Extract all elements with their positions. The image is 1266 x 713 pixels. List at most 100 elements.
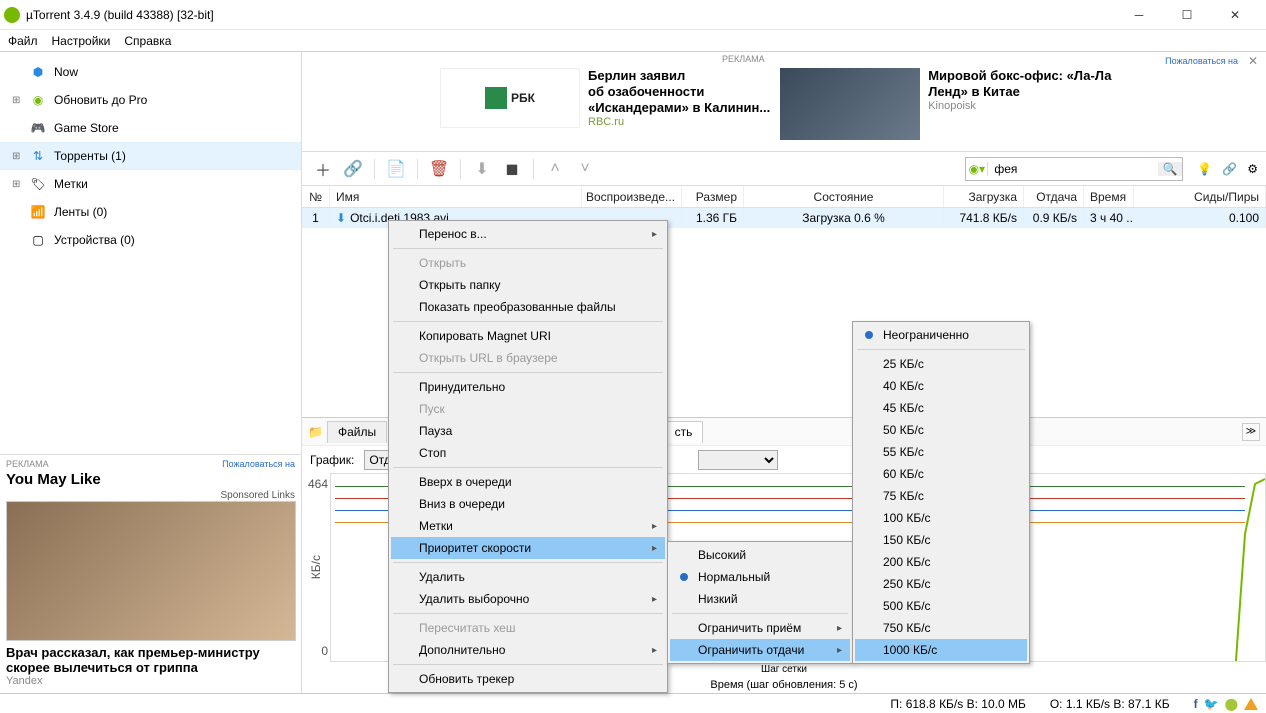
graph-label: График: bbox=[310, 453, 354, 467]
stop-button[interactable]: ◼ bbox=[499, 156, 525, 182]
mi-delete[interactable]: Удалить bbox=[391, 566, 665, 588]
sidebar-item-now[interactable]: ⬢ Now bbox=[0, 58, 301, 86]
mi-unlimited[interactable]: Неограниченно bbox=[855, 324, 1027, 346]
utorrent-icon[interactable]: ◉▾ bbox=[966, 162, 988, 176]
mi-45kbs[interactable]: 45 КБ/с bbox=[855, 397, 1027, 419]
gamepad-icon: 🎮 bbox=[30, 120, 46, 136]
column-size[interactable]: Размер bbox=[682, 186, 744, 207]
mi-force[interactable]: Принудительно bbox=[391, 376, 665, 398]
mi-stop[interactable]: Стоп bbox=[391, 442, 665, 464]
column-upload[interactable]: Отдача bbox=[1024, 186, 1084, 207]
search-input[interactable] bbox=[988, 158, 1158, 180]
mi-200kbs[interactable]: 200 КБ/с bbox=[855, 551, 1027, 573]
column-time[interactable]: Время bbox=[1084, 186, 1134, 207]
android-icon[interactable]: ⬤ bbox=[1225, 697, 1238, 711]
mi-25kbs[interactable]: 25 КБ/с bbox=[855, 353, 1027, 375]
mi-show-converted[interactable]: Показать преобразованные файлы bbox=[391, 296, 665, 318]
ad-report-link[interactable]: Пожаловаться на bbox=[1165, 56, 1238, 66]
movedown-button[interactable]: ˅ bbox=[572, 156, 598, 182]
ad-sponsored: Sponsored Links bbox=[6, 490, 295, 501]
sidebar-item-label: Устройства (0) bbox=[54, 233, 135, 247]
mi-40kbs[interactable]: 40 КБ/с bbox=[855, 375, 1027, 397]
column-status[interactable]: Состояние bbox=[744, 186, 944, 207]
mi-60kbs[interactable]: 60 КБ/с bbox=[855, 463, 1027, 485]
mi-high[interactable]: Высокий bbox=[670, 544, 850, 566]
updown-icon: ⇅ bbox=[30, 148, 46, 164]
mi-queue-down[interactable]: Вниз в очереди bbox=[391, 493, 665, 515]
mi-1000kbs[interactable]: 1000 КБ/с bbox=[855, 639, 1027, 661]
mi-150kbs[interactable]: 150 КБ/с bbox=[855, 529, 1027, 551]
tab-files[interactable]: Файлы bbox=[327, 421, 387, 443]
tab-speed[interactable]: сть bbox=[664, 421, 704, 443]
column-name[interactable]: Имя bbox=[330, 186, 582, 207]
mi-speed-priority[interactable]: Приоритет скорости bbox=[391, 537, 665, 559]
create-torrent-button[interactable]: 📄 bbox=[383, 156, 409, 182]
ad-brand: Yandex bbox=[6, 675, 295, 687]
top-ad[interactable]: РЕКЛАМА Пожаловаться на ✕ РБК Берлин зая… bbox=[302, 52, 1266, 152]
mi-limit-upload[interactable]: Ограничить отдачи bbox=[670, 639, 850, 661]
menu-settings[interactable]: Настройки bbox=[52, 34, 111, 48]
sidebar: ⬢ Now ⊞ ◉ Обновить до Pro 🎮 Game Store ⊞… bbox=[0, 52, 302, 693]
settings-icon[interactable]: ⚙ bbox=[1247, 162, 1258, 176]
sidebar-item-torrents[interactable]: ⊞ ⇅ Торренты (1) bbox=[0, 142, 301, 170]
mi-limit-download[interactable]: Ограничить приём bbox=[670, 617, 850, 639]
mi-normal[interactable]: Нормальный bbox=[670, 566, 850, 588]
mi-75kbs[interactable]: 75 КБ/с bbox=[855, 485, 1027, 507]
expand-icon[interactable]: ⊞ bbox=[12, 179, 22, 190]
minimize-button[interactable]: ─ bbox=[1124, 5, 1154, 25]
remote-icon[interactable]: 💡 bbox=[1197, 162, 1212, 176]
close-button[interactable]: ✕ bbox=[1220, 5, 1250, 25]
mi-100kbs[interactable]: 100 КБ/с bbox=[855, 507, 1027, 529]
start-button[interactable]: ⬇ bbox=[469, 156, 495, 182]
ad-report-link[interactable]: Пожаловаться на bbox=[222, 459, 295, 469]
mi-queue-up[interactable]: Вверх в очереди bbox=[391, 471, 665, 493]
sidebar-item-gamestore[interactable]: 🎮 Game Store bbox=[0, 114, 301, 142]
maximize-button[interactable]: ☐ bbox=[1172, 5, 1202, 25]
sidebar-item-devices[interactable]: ▢ Устройства (0) bbox=[0, 226, 301, 254]
mi-pause[interactable]: Пауза bbox=[391, 420, 665, 442]
expand-icon[interactable]: ⊞ bbox=[12, 151, 22, 162]
twitter-icon[interactable]: 🐦 bbox=[1204, 697, 1219, 711]
mi-copy-magnet[interactable]: Копировать Magnet URI bbox=[391, 325, 665, 347]
bullet-icon bbox=[680, 573, 688, 581]
expand-icon[interactable]: ⊞ bbox=[12, 95, 22, 106]
column-seeds-peers[interactable]: Сиды/Пиры bbox=[1134, 186, 1266, 207]
moveup-button[interactable]: ˄ bbox=[542, 156, 568, 182]
status-upload: О: 1.1 КБ/s В: 87.1 КБ bbox=[1050, 697, 1170, 711]
mi-55kbs[interactable]: 55 КБ/с bbox=[855, 441, 1027, 463]
share-icon[interactable]: 🔗 bbox=[1222, 162, 1237, 176]
mi-open-folder[interactable]: Открыть папку bbox=[391, 274, 665, 296]
search-icon[interactable]: 🔍 bbox=[1158, 162, 1182, 176]
mi-50kbs[interactable]: 50 КБ/с bbox=[855, 419, 1027, 441]
ad-block-2[interactable]: Мировой бокс-офис: «Ла-Ла Ленд» в Китае … bbox=[780, 68, 1111, 147]
mi-low[interactable]: Низкий bbox=[670, 588, 850, 610]
mi-update-tracker[interactable]: Обновить трекер bbox=[391, 668, 665, 690]
graph-select-2[interactable] bbox=[698, 450, 778, 470]
expand-button[interactable]: ≫ bbox=[1242, 423, 1260, 441]
add-torrent-button[interactable]: ＋ bbox=[310, 156, 336, 182]
delete-button[interactable]: 🗑 bbox=[426, 156, 452, 182]
mi-250kbs[interactable]: 250 КБ/с bbox=[855, 573, 1027, 595]
sidebar-item-upgrade[interactable]: ⊞ ◉ Обновить до Pro bbox=[0, 86, 301, 114]
menu-file[interactable]: Файл bbox=[8, 34, 38, 48]
column-playback[interactable]: Воспроизведе... bbox=[582, 186, 682, 207]
sidebar-ad[interactable]: РЕКЛАМА Пожаловаться на You May Like Spo… bbox=[0, 454, 301, 693]
warning-icon[interactable] bbox=[1244, 698, 1258, 710]
mi-500kbs[interactable]: 500 КБ/с bbox=[855, 595, 1027, 617]
ad-block-1[interactable]: РБК Берлин заявил об озабоченности «Иска… bbox=[440, 68, 770, 147]
mi-labels[interactable]: Метки bbox=[391, 515, 665, 537]
mi-move-to[interactable]: Перенос в... bbox=[391, 223, 665, 245]
facebook-icon[interactable]: f bbox=[1194, 697, 1198, 711]
close-icon[interactable]: ✕ bbox=[1248, 54, 1258, 68]
menu-help[interactable]: Справка bbox=[124, 34, 171, 48]
folder-icon: 📁 bbox=[308, 425, 323, 439]
sidebar-item-feeds[interactable]: 📶 Ленты (0) bbox=[0, 198, 301, 226]
y-max: 464 bbox=[308, 477, 328, 491]
mi-750kbs[interactable]: 750 КБ/с bbox=[855, 617, 1027, 639]
column-download[interactable]: Загрузка bbox=[944, 186, 1024, 207]
mi-advanced[interactable]: Дополнительно bbox=[391, 639, 665, 661]
sidebar-item-labels[interactable]: ⊞ 🏷 Метки bbox=[0, 170, 301, 198]
add-url-button[interactable]: 🔗 bbox=[340, 156, 366, 182]
column-num[interactable]: № bbox=[302, 186, 330, 207]
mi-delete-selective[interactable]: Удалить выборочно bbox=[391, 588, 665, 610]
